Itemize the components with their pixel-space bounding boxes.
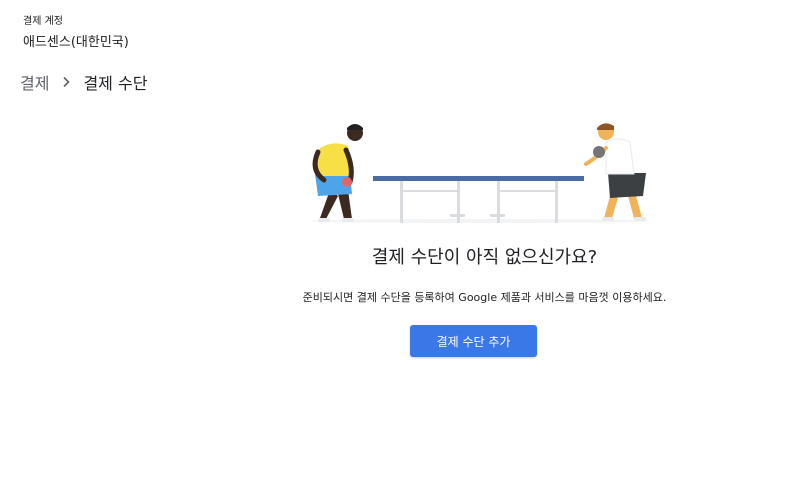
account-label: 결제 계정 bbox=[23, 16, 63, 27]
account-name: 애드센스(대한민국) bbox=[23, 35, 129, 50]
ping-pong-illustration bbox=[310, 123, 650, 223]
breadcrumb-current-page: 결제 수단 bbox=[83, 74, 148, 93]
billing-payment-methods-page: 결제 계정 애드센스(대한민국) 결제 결제 수단 결제 수단이 아직 없으신가… bbox=[0, 0, 802, 480]
chevron-right-icon bbox=[49, 76, 83, 88]
empty-state-description: 준비되시면 결제 수단을 등록하여 Google 제품과 서비스를 마음껏 이용… bbox=[302, 291, 667, 304]
empty-state-title: 결제 수단이 아직 없으신가요? bbox=[371, 247, 598, 268]
add-payment-method-button[interactable]: 결제 수단 추가 bbox=[410, 325, 537, 357]
breadcrumb-billing-link[interactable]: 결제 bbox=[20, 70, 49, 94]
left-player-figure bbox=[312, 124, 363, 222]
ping-pong-table bbox=[373, 176, 584, 223]
breadcrumb: 결제 결제 수단 bbox=[20, 71, 147, 93]
right-player-figure bbox=[584, 123, 646, 221]
